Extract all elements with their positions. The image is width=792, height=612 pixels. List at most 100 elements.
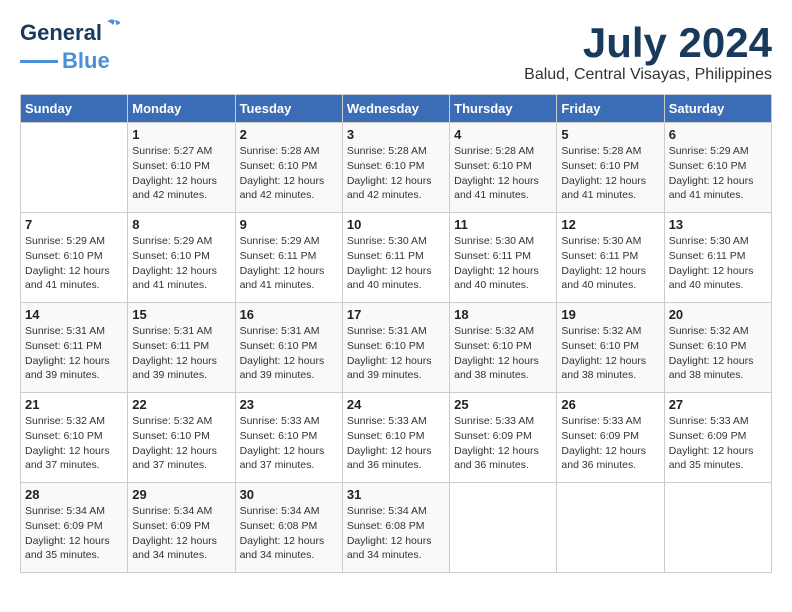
day-info: Sunrise: 5:29 AM Sunset: 6:10 PM Dayligh…	[132, 234, 230, 293]
calendar-cell: 29 Sunrise: 5:34 AM Sunset: 6:09 PM Dayli…	[128, 483, 235, 573]
calendar-cell: 22Sunrise: 5:32 AM Sunset: 6:10 PM Dayli…	[128, 393, 235, 483]
day-number: 11	[454, 217, 552, 232]
day-number: 22	[132, 397, 230, 412]
day-number: 2	[240, 127, 338, 142]
weekday-header-thursday: Thursday	[450, 95, 557, 123]
day-info: Sunrise: 5:28 AM Sunset: 6:10 PM Dayligh…	[240, 144, 338, 203]
calendar-cell	[450, 483, 557, 573]
weekday-header-tuesday: Tuesday	[235, 95, 342, 123]
calendar-cell: 14 Sunrise: 5:31 AM Sunset: 6:11 PM Dayli…	[21, 303, 128, 393]
day-info: Sunrise: 5:31 AM Sunset: 6:10 PM Dayligh…	[347, 324, 445, 383]
month-title: July 2024	[524, 20, 772, 66]
calendar-week-row: 7 Sunrise: 5:29 AM Sunset: 6:10 PM Daylig…	[21, 213, 772, 303]
day-info: Sunrise: 5:28 AM Sunset: 6:10 PM Dayligh…	[347, 144, 445, 203]
calendar-week-row: 21 Sunrise: 5:32 AM Sunset: 6:10 PM Dayli…	[21, 393, 772, 483]
day-number: 7	[25, 217, 123, 232]
calendar-cell: 2 Sunrise: 5:28 AM Sunset: 6:10 PM Daylig…	[235, 123, 342, 213]
calendar-cell: 12 Sunrise: 5:30 AM Sunset: 6:11 PM Dayli…	[557, 213, 664, 303]
day-info: Sunrise: 5:34 AM Sunset: 6:08 PM Dayligh…	[347, 504, 445, 563]
page-header: General Blue July 2024 Balud, Central Vi…	[20, 20, 772, 84]
weekday-header-saturday: Saturday	[664, 95, 771, 123]
calendar-cell: 11 Sunrise: 5:30 AM Sunset: 6:11 PM Dayli…	[450, 213, 557, 303]
day-number: 19	[561, 307, 659, 322]
calendar-week-row: 14 Sunrise: 5:31 AM Sunset: 6:11 PM Dayli…	[21, 303, 772, 393]
day-number: 25	[454, 397, 552, 412]
day-info: Sunrise: 5:32 AM Sunset: 6:10 PM Dayligh…	[561, 324, 659, 383]
logo-bird-icon	[102, 16, 124, 38]
calendar-week-row: 1 Sunrise: 5:27 AM Sunset: 6:10 PM Daylig…	[21, 123, 772, 213]
logo-general: General	[20, 20, 102, 45]
calendar-cell: 30 Sunrise: 5:34 AM Sunset: 6:08 PM Dayli…	[235, 483, 342, 573]
weekday-header-friday: Friday	[557, 95, 664, 123]
calendar-cell: 21 Sunrise: 5:32 AM Sunset: 6:10 PM Dayli…	[21, 393, 128, 483]
calendar-cell: 5Sunrise: 5:28 AM Sunset: 6:10 PM Daylig…	[557, 123, 664, 213]
day-info: Sunrise: 5:30 AM Sunset: 6:11 PM Dayligh…	[561, 234, 659, 293]
calendar-cell: 18 Sunrise: 5:32 AM Sunset: 6:10 PM Dayli…	[450, 303, 557, 393]
weekday-header-monday: Monday	[128, 95, 235, 123]
day-info: Sunrise: 5:30 AM Sunset: 6:11 PM Dayligh…	[669, 234, 767, 293]
day-info: Sunrise: 5:32 AM Sunset: 6:10 PM Dayligh…	[25, 414, 123, 473]
day-number: 10	[347, 217, 445, 232]
calendar-cell: 8 Sunrise: 5:29 AM Sunset: 6:10 PM Daylig…	[128, 213, 235, 303]
day-info: Sunrise: 5:32 AM Sunset: 6:10 PM Dayligh…	[669, 324, 767, 383]
day-number: 29	[132, 487, 230, 502]
day-info: Sunrise: 5:29 AM Sunset: 6:10 PM Dayligh…	[669, 144, 767, 203]
calendar-cell: 15 Sunrise: 5:31 AM Sunset: 6:11 PM Dayli…	[128, 303, 235, 393]
day-number: 31	[347, 487, 445, 502]
calendar-cell: 9 Sunrise: 5:29 AM Sunset: 6:11 PM Daylig…	[235, 213, 342, 303]
calendar-cell	[21, 123, 128, 213]
day-info: Sunrise: 5:33 AM Sunset: 6:09 PM Dayligh…	[454, 414, 552, 473]
calendar-cell: 6 Sunrise: 5:29 AM Sunset: 6:10 PM Daylig…	[664, 123, 771, 213]
day-info: Sunrise: 5:28 AM Sunset: 6:10 PM Dayligh…	[454, 144, 552, 203]
calendar-cell: 4 Sunrise: 5:28 AM Sunset: 6:10 PM Daylig…	[450, 123, 557, 213]
day-number: 14	[25, 307, 123, 322]
day-number: 16	[240, 307, 338, 322]
day-info: Sunrise: 5:34 AM Sunset: 6:09 PM Dayligh…	[25, 504, 123, 563]
logo-line	[20, 60, 58, 63]
day-number: 17	[347, 307, 445, 322]
logo: General Blue	[20, 20, 110, 74]
day-info: Sunrise: 5:27 AM Sunset: 6:10 PM Dayligh…	[132, 144, 230, 203]
day-info: Sunrise: 5:30 AM Sunset: 6:11 PM Dayligh…	[454, 234, 552, 293]
calendar-cell: 20 Sunrise: 5:32 AM Sunset: 6:10 PM Dayli…	[664, 303, 771, 393]
calendar-cell: 1 Sunrise: 5:27 AM Sunset: 6:10 PM Daylig…	[128, 123, 235, 213]
calendar-cell: 17 Sunrise: 5:31 AM Sunset: 6:10 PM Dayli…	[342, 303, 449, 393]
calendar-cell	[664, 483, 771, 573]
calendar-cell: 13 Sunrise: 5:30 AM Sunset: 6:11 PM Dayli…	[664, 213, 771, 303]
day-number: 6	[669, 127, 767, 142]
day-info: Sunrise: 5:31 AM Sunset: 6:11 PM Dayligh…	[25, 324, 123, 383]
calendar-cell: 24Sunrise: 5:33 AM Sunset: 6:10 PM Dayli…	[342, 393, 449, 483]
calendar-cell: 10 Sunrise: 5:30 AM Sunset: 6:11 PM Dayli…	[342, 213, 449, 303]
calendar-cell: 27Sunrise: 5:33 AM Sunset: 6:09 PM Dayli…	[664, 393, 771, 483]
day-info: Sunrise: 5:34 AM Sunset: 6:09 PM Dayligh…	[132, 504, 230, 563]
day-number: 9	[240, 217, 338, 232]
day-number: 30	[240, 487, 338, 502]
day-number: 12	[561, 217, 659, 232]
day-info: Sunrise: 5:31 AM Sunset: 6:11 PM Dayligh…	[132, 324, 230, 383]
day-info: Sunrise: 5:29 AM Sunset: 6:10 PM Dayligh…	[25, 234, 123, 293]
day-number: 3	[347, 127, 445, 142]
day-number: 28	[25, 487, 123, 502]
day-number: 18	[454, 307, 552, 322]
title-section: July 2024 Balud, Central Visayas, Philip…	[524, 20, 772, 84]
logo-blue: Blue	[62, 48, 110, 74]
day-info: Sunrise: 5:34 AM Sunset: 6:08 PM Dayligh…	[240, 504, 338, 563]
day-number: 20	[669, 307, 767, 322]
calendar-cell: 26Sunrise: 5:33 AM Sunset: 6:09 PM Dayli…	[557, 393, 664, 483]
day-info: Sunrise: 5:30 AM Sunset: 6:11 PM Dayligh…	[347, 234, 445, 293]
day-number: 23	[240, 397, 338, 412]
calendar-cell: 3 Sunrise: 5:28 AM Sunset: 6:10 PM Daylig…	[342, 123, 449, 213]
day-number: 27	[669, 397, 767, 412]
calendar-cell: 19 Sunrise: 5:32 AM Sunset: 6:10 PM Dayli…	[557, 303, 664, 393]
day-number: 1	[132, 127, 230, 142]
day-info: Sunrise: 5:29 AM Sunset: 6:11 PM Dayligh…	[240, 234, 338, 293]
day-info: Sunrise: 5:32 AM Sunset: 6:10 PM Dayligh…	[454, 324, 552, 383]
day-number: 21	[25, 397, 123, 412]
calendar-cell: 16Sunrise: 5:31 AM Sunset: 6:10 PM Dayli…	[235, 303, 342, 393]
day-number: 4	[454, 127, 552, 142]
day-number: 8	[132, 217, 230, 232]
day-number: 5	[561, 127, 659, 142]
day-number: 13	[669, 217, 767, 232]
day-number: 15	[132, 307, 230, 322]
weekday-header-sunday: Sunday	[21, 95, 128, 123]
